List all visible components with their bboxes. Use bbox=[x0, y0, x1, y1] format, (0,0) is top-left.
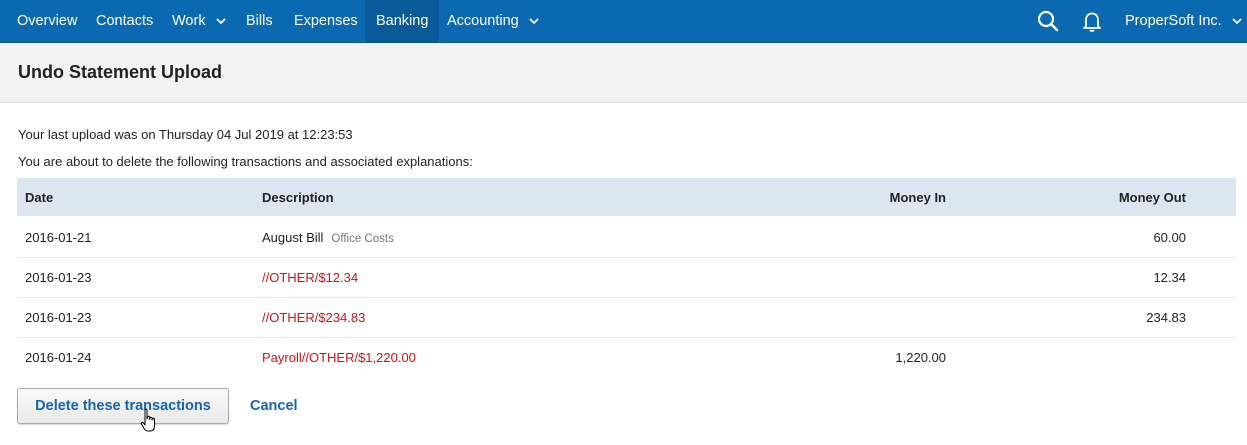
row-description-text: August Bill bbox=[262, 230, 324, 245]
account-menu[interactable]: ProperSoft Inc. bbox=[1125, 0, 1242, 42]
nav-work-label: Work bbox=[172, 13, 206, 29]
column-header-date: Date bbox=[25, 190, 54, 205]
nav-overview[interactable]: Overview bbox=[0, 0, 94, 42]
cancel-link[interactable]: Cancel bbox=[250, 398, 298, 414]
chevron-down-icon bbox=[1232, 18, 1242, 24]
delete-transactions-button[interactable]: Delete these transactions bbox=[17, 388, 229, 424]
row-category: Office Costs bbox=[331, 233, 394, 245]
row-money-out: 12.34 bbox=[1153, 270, 1186, 285]
nav-bills[interactable]: Bills bbox=[246, 0, 273, 42]
search-icon[interactable] bbox=[1036, 9, 1060, 33]
bell-icon[interactable] bbox=[1080, 9, 1104, 33]
nav-work[interactable]: Work bbox=[172, 0, 226, 42]
table-row[interactable]: 2016-01-21 August Bill Office Costs 60.00 bbox=[17, 217, 1236, 258]
row-money-in: 1,220.00 bbox=[895, 350, 946, 365]
row-description[interactable]: //OTHER/$234.83 bbox=[262, 310, 365, 325]
row-description[interactable]: //OTHER/$12.34 bbox=[262, 270, 358, 285]
warning-text: You are about to delete the following tr… bbox=[18, 154, 473, 169]
table-row[interactable]: 2016-01-23 //OTHER/$12.34 12.34 bbox=[17, 257, 1236, 298]
nav-contacts[interactable]: Contacts bbox=[96, 0, 153, 42]
row-date: 2016-01-23 bbox=[25, 270, 92, 285]
column-header-money-out: Money Out bbox=[1118, 190, 1186, 205]
last-upload-text: Your last upload was on Thursday 04 Jul … bbox=[18, 127, 353, 142]
nav-accounting-label: Accounting bbox=[447, 13, 519, 29]
column-header-description: Description bbox=[262, 190, 334, 205]
nav-expenses[interactable]: Expenses bbox=[294, 0, 358, 42]
chevron-down-icon bbox=[529, 18, 539, 24]
row-description: August Bill Office Costs bbox=[262, 230, 394, 245]
table-header: Date Description Money In Money Out bbox=[17, 178, 1236, 216]
hand-cursor-icon bbox=[140, 408, 155, 432]
nav-accounting[interactable]: Accounting bbox=[447, 0, 539, 42]
row-money-out: 234.83 bbox=[1146, 310, 1186, 325]
page-title: Undo Statement Upload bbox=[18, 62, 223, 82]
row-date: 2016-01-24 bbox=[25, 350, 92, 365]
chevron-down-icon bbox=[215, 18, 226, 24]
table-row[interactable]: 2016-01-23 //OTHER/$234.83 234.83 bbox=[17, 297, 1236, 338]
account-name: ProperSoft Inc. bbox=[1125, 13, 1222, 29]
row-date: 2016-01-21 bbox=[25, 230, 92, 245]
top-navigation: Overview Contacts Work Bills Expenses Ba… bbox=[0, 0, 1247, 43]
table-row[interactable]: 2016-01-24 Payroll//OTHER/$1,220.00 1,22… bbox=[17, 337, 1236, 377]
nav-banking[interactable]: Banking bbox=[365, 0, 440, 42]
column-header-money-in: Money In bbox=[889, 190, 946, 205]
row-date: 2016-01-23 bbox=[25, 310, 92, 325]
row-money-out: 60.00 bbox=[1153, 230, 1186, 245]
row-description[interactable]: Payroll//OTHER/$1,220.00 bbox=[262, 350, 416, 365]
title-bar: Undo Statement Upload bbox=[0, 43, 1247, 103]
